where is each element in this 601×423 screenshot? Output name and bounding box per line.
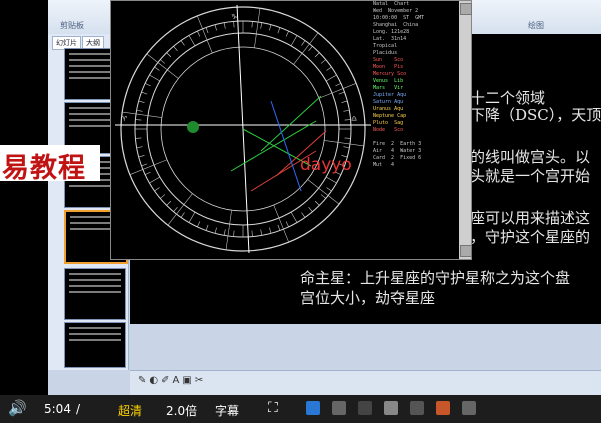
time-separator: / bbox=[76, 402, 81, 416]
taskbar-app-icon[interactable] bbox=[332, 401, 346, 415]
taskbar-app-icon[interactable] bbox=[410, 401, 424, 415]
drawing-tools: ✎ ◐ ✐ A ▣ ✂ bbox=[138, 375, 206, 386]
image-icon[interactable]: ▣ bbox=[182, 375, 191, 386]
taskbar-app-icon[interactable] bbox=[462, 401, 476, 415]
scroll-down-button[interactable] bbox=[460, 245, 472, 257]
site-watermark: dayyo bbox=[300, 155, 352, 175]
drawing-toolbar: ✎ ◐ ✐ A ▣ ✂ bbox=[130, 370, 601, 395]
text-icon[interactable]: A bbox=[173, 375, 180, 386]
natal-chart-svg: ♈ ♑ ♎ bbox=[115, 4, 371, 254]
slide-text-line: 的线叫做宫头。以 bbox=[470, 148, 591, 166]
window-scrollbar[interactable] bbox=[459, 1, 472, 259]
slide-text-line: 命主星：上升星座的守护星称之为这个盘 bbox=[300, 269, 571, 287]
subtitles-button[interactable]: 字幕 bbox=[215, 402, 239, 419]
ribbon-group-drawing[interactable]: 绘图 bbox=[528, 20, 544, 31]
tools-icon[interactable]: ✂ bbox=[195, 375, 203, 386]
notes-pane[interactable] bbox=[130, 328, 601, 370]
taskbar-app-icon[interactable] bbox=[358, 401, 372, 415]
brush-icon[interactable]: ✐ bbox=[161, 375, 169, 386]
pen-icon[interactable]: ✎ bbox=[138, 375, 146, 386]
fullscreen-icon[interactable]: ⛶ bbox=[268, 400, 278, 416]
shape-icon[interactable]: ◐ bbox=[149, 375, 158, 386]
watermark-text: 易教程 bbox=[2, 153, 86, 184]
taskbar-app-icon[interactable] bbox=[384, 401, 398, 415]
chart-info-panel: Natal Chart Wed November 2 10:00:00 ST G… bbox=[373, 1, 425, 168]
quality-button[interactable]: 超清 bbox=[118, 402, 142, 419]
astrology-chart-window[interactable]: ♈ ♑ ♎ Natal Chart Wed November 2 10:00:0… bbox=[110, 0, 472, 260]
svg-text:♎: ♎ bbox=[351, 115, 357, 123]
natal-chart: ♈ ♑ ♎ bbox=[111, 1, 371, 259]
video-player-controls: 🔊 5:04 / 超清 2.0倍 字幕 ⛶ bbox=[0, 395, 601, 423]
slide-text-line: 宫位大小，劫夺星座 bbox=[300, 289, 436, 307]
volume-icon[interactable]: 🔊 bbox=[8, 399, 27, 417]
windows-start-icon[interactable] bbox=[306, 401, 320, 415]
scroll-up-button[interactable] bbox=[460, 3, 472, 15]
slide-text-line: 下降（DSC），天顶 bbox=[470, 106, 601, 124]
slide-thumbnail[interactable] bbox=[64, 322, 126, 368]
slide-text-line: 头就是一个宫开始 bbox=[470, 167, 591, 185]
current-time: 5:04 bbox=[44, 402, 71, 416]
ribbon-group-clipboard[interactable]: 剪贴板 bbox=[60, 20, 84, 31]
svg-text:♑: ♑ bbox=[231, 13, 237, 21]
slide-thumbnail[interactable] bbox=[64, 268, 126, 320]
svg-text:♈: ♈ bbox=[121, 115, 128, 123]
taskbar-strip bbox=[300, 399, 601, 419]
slide-text-line: 座可以用来描述这 bbox=[470, 209, 591, 227]
slide-text-line: ，守护这个星座的 bbox=[470, 228, 591, 246]
speed-button[interactable]: 2.0倍 bbox=[166, 402, 197, 419]
left-black-bar bbox=[0, 0, 48, 395]
taskbar-app-icon[interactable] bbox=[436, 401, 450, 415]
